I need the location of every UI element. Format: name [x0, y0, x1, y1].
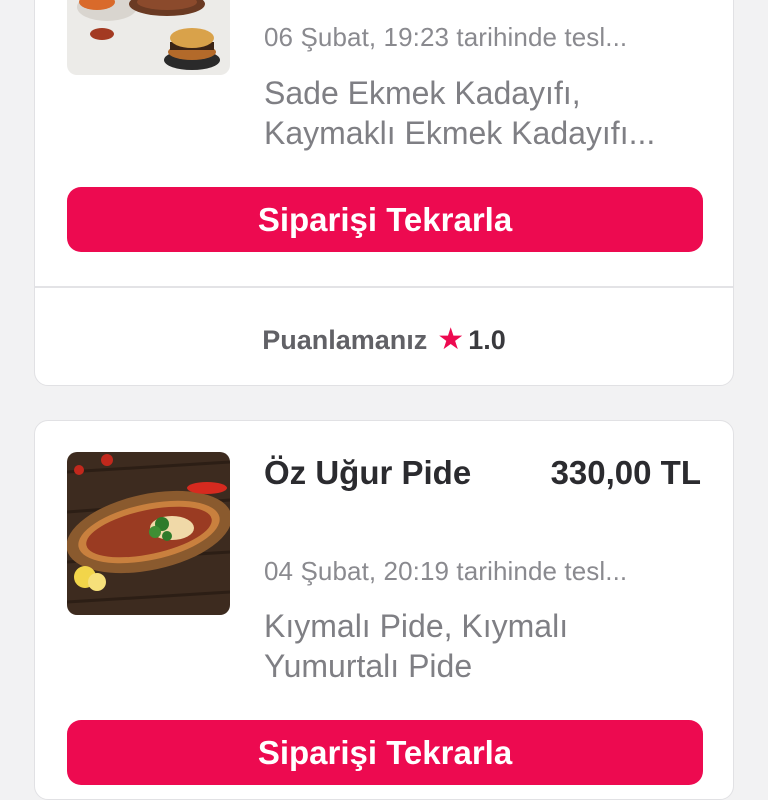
order-thumbnail-pide [67, 452, 230, 615]
reorder-button[interactable]: Siparişi Tekrarla [67, 187, 703, 252]
store-name: Öz Uğur Pide [264, 454, 472, 491]
star-icon: ★ [437, 323, 465, 356]
reorder-button[interactable]: Siparişi Tekrarla [67, 720, 703, 785]
order-card[interactable]: 06 Şubat, 19:23 tarihinde tesl... Sade E… [34, 0, 734, 386]
order-thumbnail-burger [67, 0, 230, 75]
order-price: 330,00 TL [550, 454, 701, 491]
order-items: Kıymalı Pide, Kıymalı Yumurtalı Pide [264, 608, 569, 684]
order-card[interactable]: Öz Uğur Pide 330,00 TL 04 Şubat, 20:19 t… [34, 420, 734, 800]
order-date: 06 Şubat, 19:23 tarihinde tesl... [264, 22, 628, 52]
rating-label: Puanlamanız [262, 325, 428, 355]
card-divider [35, 286, 733, 288]
order-date: 04 Şubat, 20:19 tarihinde tesl... [264, 556, 628, 586]
order-items: Sade Ekmek Kadayıfı, Kaymaklı Ekmek Kada… [264, 75, 656, 151]
rating-row: Puanlamanız ★ 1.0 [35, 322, 733, 357]
rating-value: 1.0 [468, 325, 506, 355]
